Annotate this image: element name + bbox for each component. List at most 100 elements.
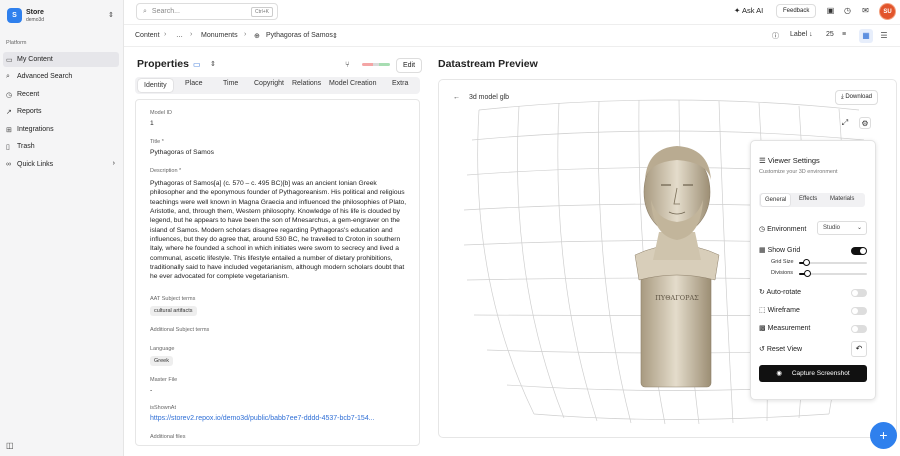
tab-general[interactable]: General <box>761 194 791 206</box>
tab-place[interactable]: Place <box>185 80 203 87</box>
reset-view-button[interactable]: ↶ <box>851 341 867 357</box>
feedback-button[interactable]: Feedback <box>776 4 817 18</box>
calendar-icon[interactable]: ▭ <box>193 60 201 69</box>
3d-viewer-stage[interactable]: ΠΥΘΑΓΟΡΑΣ ← 3d model glb ⤓ Download ⤢ ⚙ … <box>438 79 897 438</box>
master-file-label: Master File <box>150 377 178 383</box>
model-back-button[interactable]: ← 3d model glb <box>453 94 509 101</box>
wireframe-toggle[interactable] <box>851 307 867 315</box>
tab-materials[interactable]: Materials <box>830 196 854 202</box>
additional-subject-label: Additional Subject terms <box>150 327 210 333</box>
environment-select[interactable]: Studio ⌄ <box>817 221 867 235</box>
branch-icon[interactable]: ⑂ <box>345 60 350 69</box>
clock-icon[interactable]: ◷ <box>842 5 853 16</box>
chart-icon: ↗ <box>6 108 12 116</box>
viewer-settings-subtitle: Customize your 3D environment <box>759 169 838 175</box>
settings-sliders-icon[interactable]: ⚙ <box>859 117 871 129</box>
sidebar-item-quick-links[interactable]: ∞ Quick Links › <box>3 157 119 172</box>
sidebar-item-label: Integrations <box>17 126 54 133</box>
trash-icon: ▯ <box>6 143 10 151</box>
edit-button[interactable]: Edit <box>396 58 423 73</box>
sidebar-item-label: My Content <box>17 56 53 63</box>
search-icon: ⌕ <box>143 7 147 15</box>
language-label: Language <box>150 346 175 352</box>
breadcrumb-item-current: Pythagoras of Samos <box>266 32 333 39</box>
bust-inscription: ΠΥΘΑΓΟΡΑΣ <box>655 294 699 302</box>
ask-ai-button[interactable]: ✦ Ask AI <box>734 6 763 15</box>
layout-icon[interactable]: ▣ <box>825 5 836 16</box>
divisions-slider[interactable] <box>799 270 867 277</box>
tab-identity[interactable]: Identity <box>138 79 173 92</box>
avatar[interactable]: SU <box>879 3 896 20</box>
tab-time[interactable]: Time <box>223 80 238 87</box>
tab-relations[interactable]: Relations <box>292 80 321 87</box>
auto-rotate-label: ↻ Auto-rotate <box>759 288 801 296</box>
top-bar: ⌕ Search... Ctrl+K ✦ Ask AI Feedback ▣ ◷… <box>124 0 900 24</box>
store-title[interactable]: Store <box>26 9 44 16</box>
density-icon[interactable]: ≡ <box>842 31 846 38</box>
sidebar-item-advanced-search[interactable]: ⌕ Advanced Search <box>3 69 119 84</box>
capture-screenshot-button[interactable]: ◉ Capture Screenshot <box>759 365 867 382</box>
search-shortcut: Ctrl+K <box>250 7 273 17</box>
chevron-right-icon: › <box>164 31 167 38</box>
measurement-toggle[interactable] <box>851 325 867 333</box>
breadcrumb-item-ellipsis[interactable]: … <box>176 32 183 39</box>
camera-icon: ◉ <box>776 370 783 377</box>
store-switcher-icon[interactable]: ⇕ <box>108 11 114 19</box>
plug-icon: ⊞ <box>6 126 12 134</box>
language-tag: Greek <box>150 356 173 366</box>
chevron-right-icon: › <box>190 31 193 38</box>
breadcrumb-item-content[interactable]: Content <box>135 32 160 39</box>
download-button[interactable]: ⤓ Download <box>835 90 879 105</box>
breadcrumb: Content › … › Monuments › ⊕ Pythagoras o… <box>124 24 900 47</box>
add-button[interactable]: + <box>870 422 897 449</box>
list-view-icon[interactable]: ☰ <box>877 29 891 43</box>
tab-model-creation[interactable]: Model Creation <box>329 80 376 87</box>
isshownat-link[interactable]: https://storev2.repox.io/demo3d/public/b… <box>150 415 375 422</box>
clock-icon: ◷ <box>6 91 13 99</box>
sidebar-collapse-icon[interactable]: ◫ <box>6 441 14 450</box>
properties-tabs: Identity Place Time Copyright Relations … <box>135 77 420 94</box>
viewer-settings-title-text: Viewer Settings <box>767 156 820 165</box>
sidebar-section-label: Platform <box>6 40 27 46</box>
model-id-value: 1 <box>150 120 154 127</box>
tab-effects[interactable]: Effects <box>799 196 817 202</box>
ruler-icon: ▩ <box>759 325 766 332</box>
download-label: Download <box>845 94 873 100</box>
sidebar-item-integrations[interactable]: ⊞ Integrations <box>3 122 119 137</box>
preview-title: Datastream Preview <box>438 58 538 70</box>
toggle-knob <box>860 248 866 254</box>
breadcrumb-item-monuments[interactable]: Monuments <box>201 32 238 39</box>
inbox-icon[interactable]: ✉ <box>860 5 871 16</box>
search-input[interactable]: ⌕ Search... Ctrl+K <box>136 3 278 20</box>
sidebar-item-my-content[interactable]: ▭ My Content <box>3 52 119 67</box>
sort-icon[interactable]: ⇕ <box>332 32 338 40</box>
sort-label-button[interactable]: Label ↓ <box>790 31 813 38</box>
isshownat-label: isShownAt <box>150 405 176 411</box>
fullscreen-icon[interactable]: ⤢ <box>839 117 851 129</box>
tab-extra[interactable]: Extra <box>392 80 408 87</box>
divisions-label: Divisions <box>771 270 794 276</box>
viewer-settings-title: ☰ Viewer Settings <box>759 156 820 165</box>
auto-rotate-toggle[interactable] <box>851 289 867 297</box>
sidebar: S Store demo3d ⇕ Platform ▭ My Content ⌕… <box>0 0 124 456</box>
sidebar-item-trash[interactable]: ▯ Trash <box>3 139 119 154</box>
sidebar-item-reports[interactable]: ↗ Reports <box>3 104 119 119</box>
toggle-knob <box>852 326 858 332</box>
divisions-handle[interactable] <box>804 270 812 277</box>
environment-text: Environment <box>767 226 807 233</box>
reset-view-label: ↺ Reset View <box>759 345 802 353</box>
grid-view-icon[interactable]: ▦ <box>859 29 873 43</box>
show-grid-toggle[interactable] <box>851 247 867 255</box>
globe-icon: ◷ <box>759 226 766 233</box>
sidebar-item-recent[interactable]: ◷ Recent <box>3 87 119 102</box>
chevron-right-icon: › <box>244 31 247 38</box>
page-size[interactable]: 25 <box>826 31 834 38</box>
grid-size-slider[interactable] <box>799 259 867 266</box>
toggle-knob <box>852 308 858 314</box>
info-icon[interactable]: ⓘ <box>772 31 779 41</box>
master-file-value: - <box>150 387 153 394</box>
tab-copyright[interactable]: Copyright <box>254 80 284 87</box>
chevron-updown-icon[interactable]: ⇕ <box>210 60 216 68</box>
title-value: Pythagoras of Samos <box>150 149 214 156</box>
grid-size-handle[interactable] <box>802 259 810 266</box>
